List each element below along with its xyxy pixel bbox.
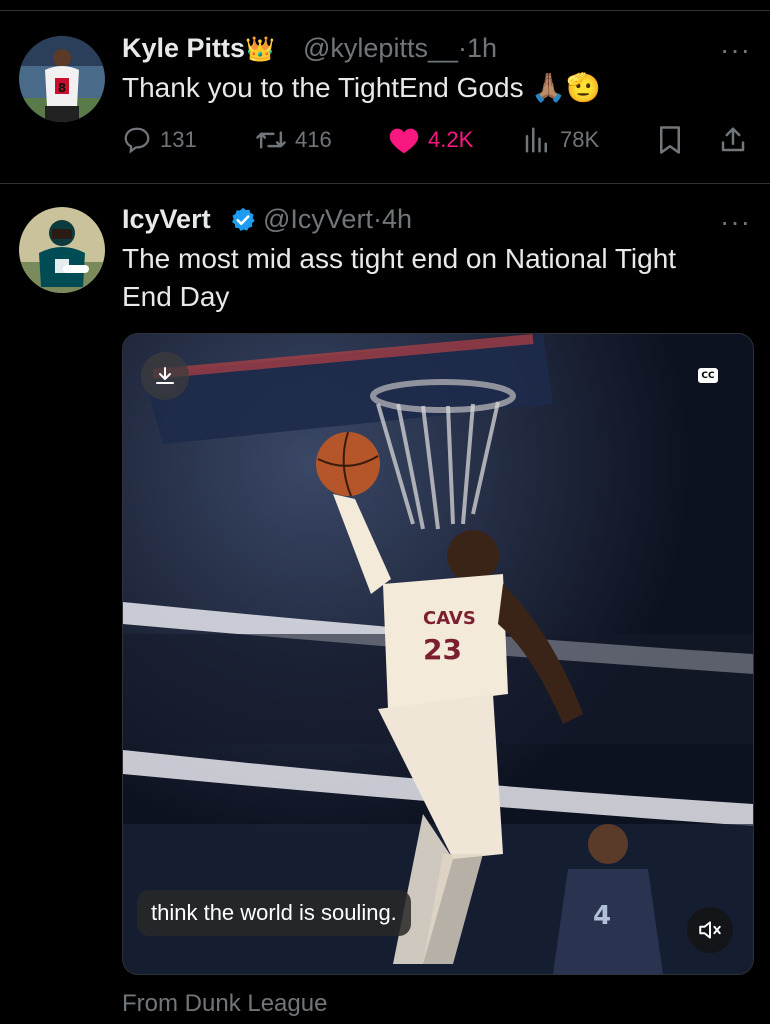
video-player[interactable]: CAVS 23 4 CC think the world is souling. (122, 333, 754, 975)
avatar[interactable] (19, 207, 105, 293)
views-icon (525, 127, 547, 153)
like-count: 4.2K (428, 127, 474, 152)
author-handle[interactable]: @IcyVert (263, 204, 373, 234)
share-icon (721, 127, 745, 152)
tweet-text: Thank you to the TightEnd Gods 🙏🏽🫡 (122, 72, 602, 103)
views-count: 78K (560, 127, 600, 152)
author-name[interactable]: Kyle Pitts👑 (122, 33, 275, 64)
download-button[interactable] (141, 352, 189, 400)
video-caption: think the world is souling. (137, 890, 411, 936)
more-options-icon[interactable]: ··· (720, 208, 751, 236)
author-handle[interactable]: @kylepitts__ (303, 33, 458, 63)
tweet-divider (0, 183, 770, 184)
video-frame: CAVS 23 4 (123, 334, 753, 974)
author-name[interactable]: IcyVert (122, 204, 211, 235)
verified-badge-icon[interactable] (229, 206, 257, 234)
mute-button[interactable] (687, 907, 733, 953)
svg-text:8: 8 (58, 81, 66, 95)
reply-icon (124, 127, 150, 154)
bookmark-icon (660, 126, 680, 154)
repost-button[interactable]: 416 (255, 125, 332, 155)
top-divider (0, 10, 770, 11)
closed-captions-button[interactable]: CC (698, 368, 718, 383)
reply-count: 131 (160, 127, 197, 152)
views-button[interactable]: 78K (522, 125, 599, 155)
bookmark-button[interactable] (656, 125, 684, 155)
jersey-number: 23 (423, 633, 462, 666)
author-handle-time[interactable]: @IcyVert·4h (263, 204, 412, 235)
author-name-text[interactable]: Kyle Pitts (122, 33, 245, 63)
muted-speaker-icon (699, 921, 721, 939)
timestamp[interactable]: 4h (382, 204, 412, 234)
repost-count: 416 (295, 127, 332, 152)
more-options-icon[interactable]: ··· (720, 36, 751, 64)
timestamp[interactable]: 1h (467, 33, 497, 63)
separator-dot: · (372, 204, 382, 234)
reply-button[interactable]: 131 (122, 125, 197, 155)
separator-dot: · (457, 33, 467, 63)
repost-icon (256, 131, 286, 149)
tweet-text: The most mid ass tight end on National T… (122, 243, 677, 312)
like-button[interactable]: 4.2K (388, 125, 473, 155)
avatar-icyvert-image (19, 207, 105, 293)
author-handle-time[interactable]: @kylepitts__·1h (303, 33, 497, 64)
svg-text:4: 4 (593, 901, 611, 931)
share-button[interactable] (718, 125, 748, 155)
avatar[interactable]: 8 (19, 36, 105, 122)
download-icon (156, 367, 174, 384)
crown-emoji: 👑 (245, 36, 275, 63)
avatar-kyle-pitts-image: 8 (19, 36, 105, 122)
jersey-text: CAVS (423, 608, 476, 629)
heart-icon (389, 128, 419, 154)
video-source[interactable]: From Dunk League (122, 990, 327, 1018)
